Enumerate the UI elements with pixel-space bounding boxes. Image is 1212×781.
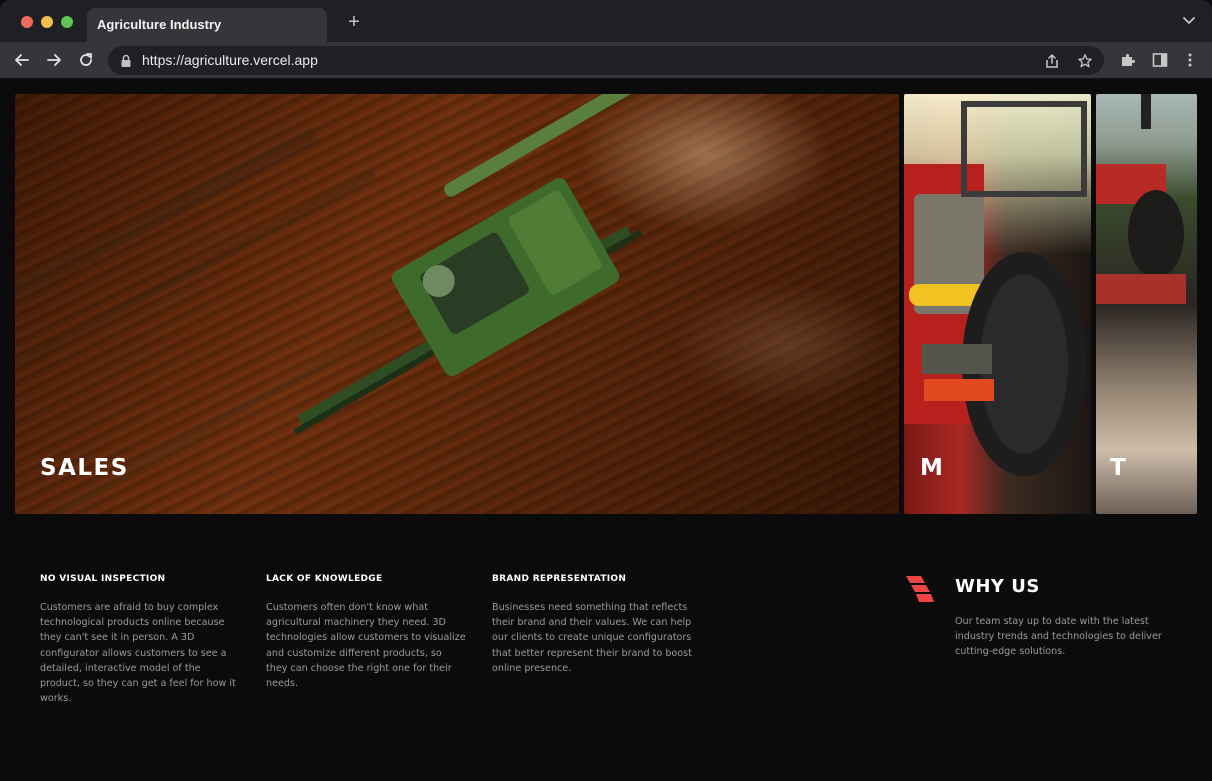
- maximize-window-button[interactable]: [61, 16, 73, 28]
- tractor-image: [904, 101, 1087, 476]
- info-column-visual-inspection: NO VISUAL INSPECTION Customers are afrai…: [40, 574, 240, 706]
- column-text: Businesses need something that reflects …: [492, 602, 692, 674]
- panel-label-sales: SALES: [40, 455, 129, 481]
- machinery-panel[interactable]: M: [904, 94, 1091, 514]
- arrow-left-icon[interactable]: [12, 50, 32, 70]
- page-content: SALES M T NO VISUAL INSPECTION Customers…: [0, 80, 1212, 781]
- new-tab-button[interactable]: +: [344, 12, 364, 32]
- close-window-button[interactable]: [21, 16, 33, 28]
- puzzle-icon[interactable]: [1118, 50, 1138, 70]
- browser-window: Agriculture Industry + https://agricultu…: [0, 0, 1212, 781]
- column-text: Customers are afraid to buy complex tech…: [40, 602, 236, 705]
- browser-toolbar: https://agriculture.vercel.app: [0, 42, 1212, 79]
- column-text: Customers often don't know what agricult…: [266, 602, 466, 690]
- info-column-knowledge: LACK OF KNOWLEDGE Customers often don't …: [266, 574, 466, 691]
- column-heading: LACK OF KNOWLEDGE: [266, 574, 383, 584]
- info-column-brand: BRAND REPRESENTATION Businesses need som…: [492, 574, 692, 676]
- tab-active[interactable]: Agriculture Industry: [87, 8, 327, 42]
- minimize-window-button[interactable]: [41, 16, 53, 28]
- why-us-title: WHY US: [955, 576, 1040, 597]
- combine-harvester-image: [15, 94, 643, 514]
- sales-panel[interactable]: SALES: [15, 94, 899, 514]
- lock-icon: [121, 54, 131, 67]
- technology-panel[interactable]: T: [1096, 94, 1197, 514]
- column-heading: BRAND REPRESENTATION: [492, 574, 627, 584]
- url-text[interactable]: https://agriculture.vercel.app: [142, 52, 318, 68]
- star-icon[interactable]: [1076, 52, 1094, 70]
- tractor-tilling-image: [1096, 94, 1186, 304]
- chevron-down-icon[interactable]: [1182, 13, 1196, 27]
- tab-strip: Agriculture Industry +: [0, 0, 1212, 42]
- panel-label-t: T: [1110, 455, 1128, 481]
- tab-title: Agriculture Industry: [97, 17, 222, 32]
- panel-label-m: M: [920, 455, 945, 481]
- brand-logo-icon: [906, 576, 934, 602]
- arrow-right-icon[interactable]: [44, 50, 64, 70]
- share-icon[interactable]: [1043, 52, 1061, 70]
- column-heading: NO VISUAL INSPECTION: [40, 574, 166, 584]
- sidepanel-icon[interactable]: [1150, 50, 1170, 70]
- kebab-menu-icon[interactable]: [1180, 50, 1200, 70]
- why-us-text: Our team stay up to date with the latest…: [955, 616, 1162, 658]
- address-bar[interactable]: https://agriculture.vercel.app: [108, 46, 1104, 75]
- reload-icon[interactable]: [76, 50, 96, 70]
